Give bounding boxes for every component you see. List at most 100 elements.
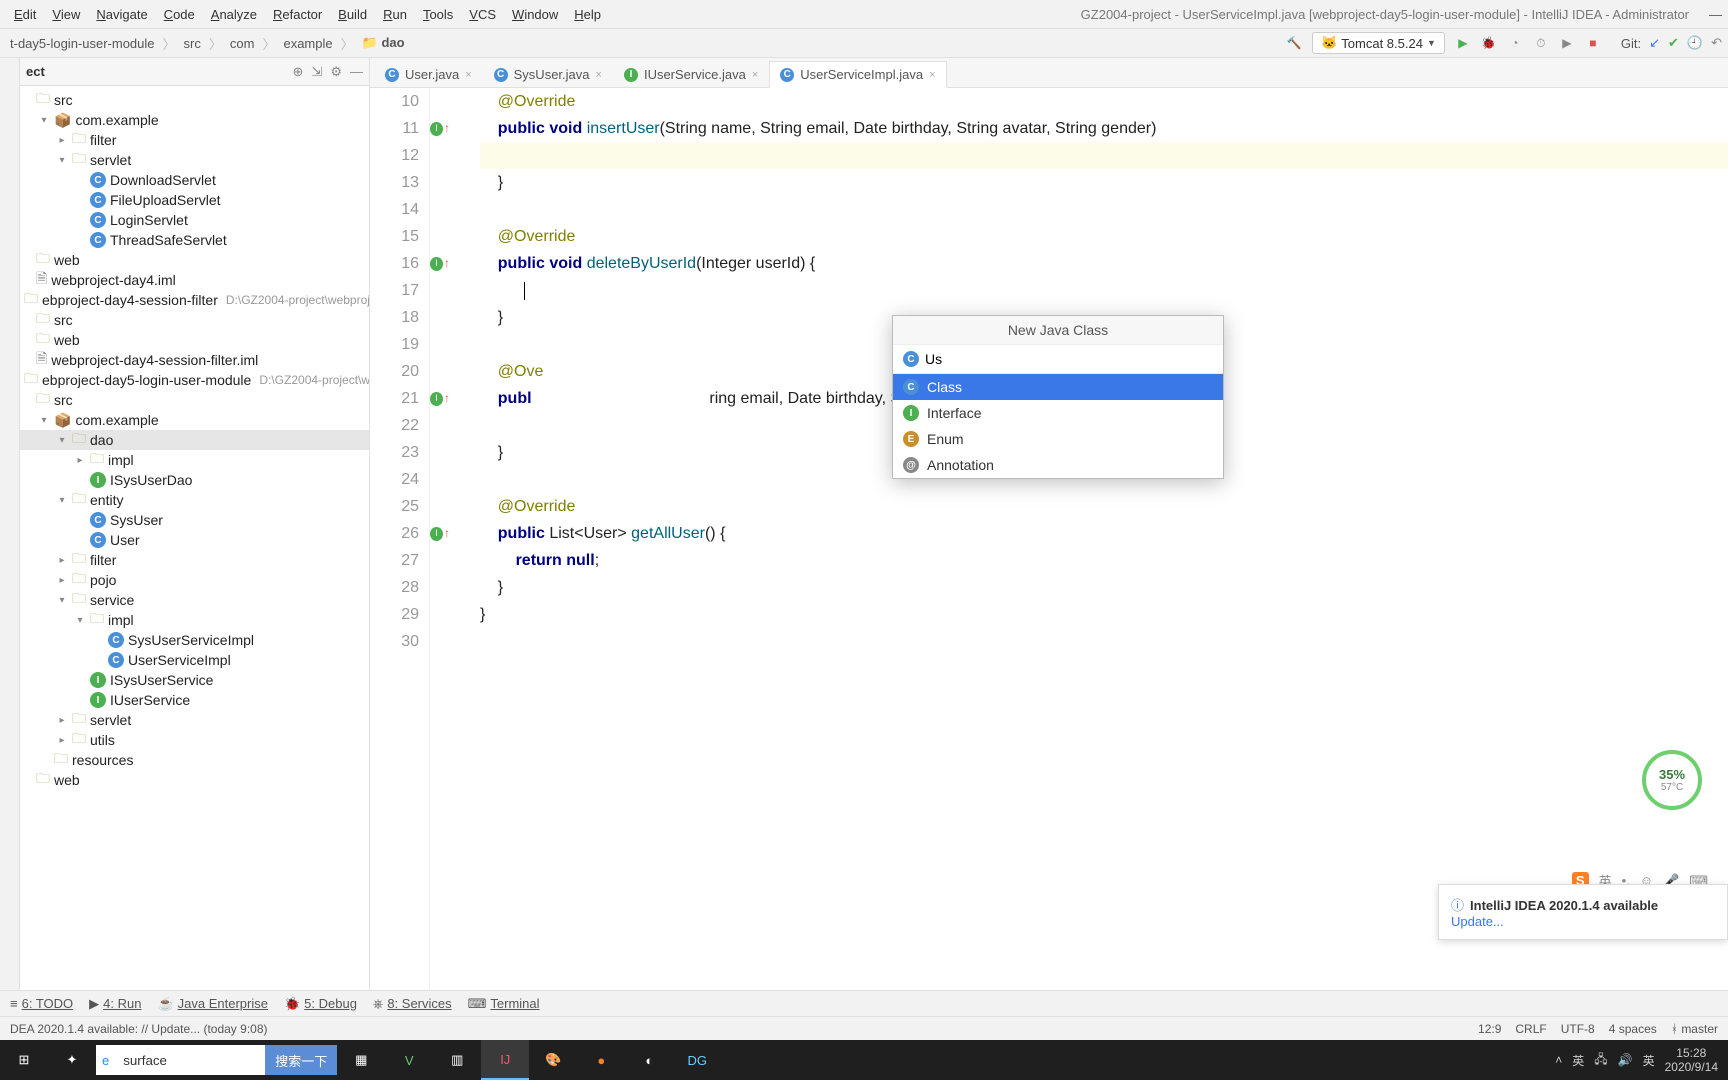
class-name-input[interactable] xyxy=(925,351,1213,367)
vcs-history-icon[interactable]: 🕘 xyxy=(1687,35,1703,51)
tree-node[interactable]: ▾📦com.example xyxy=(20,110,369,130)
line-separator[interactable]: CRLF xyxy=(1515,1022,1546,1036)
tree-node[interactable]: 🗎webproject-day4.iml xyxy=(20,270,369,290)
menu-tools[interactable]: Tools xyxy=(415,7,461,22)
minimize-icon[interactable]: — xyxy=(1709,7,1722,22)
editor-tab[interactable]: CSysUser.java× xyxy=(483,61,613,87)
crumb-3[interactable]: example xyxy=(279,36,336,51)
tree-node[interactable]: IISysUserService xyxy=(20,670,369,690)
close-icon[interactable]: × xyxy=(929,69,935,81)
performance-widget[interactable]: 35% 57°C xyxy=(1642,750,1702,810)
update-notification[interactable]: ⓘIntelliJ IDEA 2020.1.4 available Update… xyxy=(1438,884,1728,940)
task-app-2[interactable]: ▦ xyxy=(337,1040,385,1080)
tray-up-icon[interactable]: ˄ xyxy=(1555,1053,1562,1067)
tool-tab[interactable]: ⎈8: Services xyxy=(373,996,452,1012)
locate-icon[interactable]: ⊕ xyxy=(293,64,304,80)
close-icon[interactable]: × xyxy=(752,69,758,81)
tree-node[interactable]: ▾🗀entity xyxy=(20,490,369,510)
crumb-0[interactable]: t-day5-login-user-module xyxy=(6,36,159,51)
build-icon[interactable]: 🔨 xyxy=(1286,35,1302,51)
task-app-5[interactable]: 🎨 xyxy=(529,1040,577,1080)
tree-node[interactable]: 🗀ebproject-day5-login-user-moduleD:\GZ20… xyxy=(20,370,369,390)
tree-node[interactable]: 🗀web xyxy=(20,330,369,350)
menu-refactor[interactable]: Refactor xyxy=(265,7,330,22)
attach-icon[interactable]: ▶ xyxy=(1559,35,1575,51)
tree-node[interactable]: ▸🗀filter xyxy=(20,550,369,570)
menu-help[interactable]: Help xyxy=(566,7,609,22)
tree-node[interactable]: ▾🗀servlet xyxy=(20,150,369,170)
notification-link[interactable]: Update... xyxy=(1451,914,1715,929)
tree-node[interactable]: 🗀web xyxy=(20,770,369,790)
tree-node[interactable]: ▾📦com.example xyxy=(20,410,369,430)
menu-navigate[interactable]: Navigate xyxy=(88,7,155,22)
tree-node[interactable]: CThreadSafeServlet xyxy=(20,230,369,250)
tree-node[interactable]: CFileUploadServlet xyxy=(20,190,369,210)
start-button[interactable]: ⊞ xyxy=(0,1040,48,1080)
tree-node[interactable]: 🗀ebproject-day4-session-filterD:\GZ2004-… xyxy=(20,290,369,310)
tray-ime[interactable]: 英 xyxy=(1643,1052,1655,1069)
task-app-6[interactable]: ● xyxy=(577,1040,625,1080)
search-input[interactable] xyxy=(115,1045,265,1075)
breadcrumb[interactable]: t-day5-login-user-module〉src〉com〉example… xyxy=(6,34,409,53)
menu-code[interactable]: Code xyxy=(156,7,203,22)
hide-icon[interactable]: — xyxy=(350,64,363,80)
tree-node[interactable]: IISysUserDao xyxy=(20,470,369,490)
tray-clock[interactable]: 15:28 2020/9/14 xyxy=(1665,1046,1718,1074)
task-app-1[interactable]: ✦ xyxy=(48,1040,96,1080)
menu-window[interactable]: Window xyxy=(504,7,566,22)
project-tree[interactable]: 🗀src▾📦com.example▸🗀filter▾🗀servletCDownl… xyxy=(20,86,369,990)
tree-node[interactable]: 🗀resources xyxy=(20,750,369,770)
coverage-icon[interactable]: ◔ xyxy=(1507,35,1523,51)
tree-node[interactable]: ▸🗀filter xyxy=(20,130,369,150)
kind-option-annotation[interactable]: @Annotation xyxy=(893,452,1223,478)
run-icon[interactable]: ▶ xyxy=(1455,35,1471,51)
debug-icon[interactable]: 🐞 xyxy=(1481,35,1497,51)
tree-node[interactable]: 🗀src xyxy=(20,390,369,410)
file-encoding[interactable]: UTF-8 xyxy=(1561,1022,1595,1036)
tree-node[interactable]: ▸🗀utils xyxy=(20,730,369,750)
tray-vol-icon[interactable]: 🔊 xyxy=(1618,1053,1633,1067)
kind-list[interactable]: CClassIInterfaceEEnum@Annotation xyxy=(893,374,1223,478)
tray-lang[interactable]: 英 xyxy=(1572,1052,1584,1069)
tree-node[interactable]: ▸🗀impl xyxy=(20,450,369,470)
kind-option-interface[interactable]: IInterface xyxy=(893,400,1223,426)
run-config-selector[interactable]: 🐱 Tomcat 8.5.24 ▼ xyxy=(1312,32,1445,54)
stop-icon[interactable]: ■ xyxy=(1585,35,1601,51)
search-button[interactable]: 搜索一下 xyxy=(265,1045,337,1075)
tree-node[interactable]: CUserServiceImpl xyxy=(20,650,369,670)
tree-node[interactable]: CSysUserServiceImpl xyxy=(20,630,369,650)
vcs-commit-icon[interactable]: ✔ xyxy=(1668,35,1679,51)
task-chrome[interactable]: ◐ xyxy=(625,1040,673,1080)
editor-tab[interactable]: CUser.java× xyxy=(374,61,483,87)
menu-run[interactable]: Run xyxy=(375,7,415,22)
tree-node[interactable]: ▾🗀service xyxy=(20,590,369,610)
crumb-4[interactable]: 📁 dao xyxy=(358,35,409,51)
tool-tab[interactable]: ▶4: Run xyxy=(89,996,141,1012)
menu-build[interactable]: Build xyxy=(330,7,375,22)
tree-node[interactable]: ▸🗀servlet xyxy=(20,710,369,730)
tree-node[interactable]: 🗀src xyxy=(20,90,369,110)
caret-position[interactable]: 12:9 xyxy=(1478,1022,1501,1036)
profile-icon[interactable]: ⏱ xyxy=(1533,35,1549,51)
taskbar-search[interactable]: e 搜索一下 xyxy=(96,1045,337,1075)
editor-body[interactable]: 1011121314151617181920212223242526272829… xyxy=(370,88,1728,990)
tree-node[interactable]: 🗀src xyxy=(20,310,369,330)
gear-icon[interactable]: ⚙ xyxy=(330,64,342,80)
code-content[interactable]: @Override public void insertUser(String … xyxy=(450,88,1728,990)
menu-vcs[interactable]: VCS xyxy=(461,7,504,22)
menu-analyze[interactable]: Analyze xyxy=(203,7,265,22)
tree-node[interactable]: CUser xyxy=(20,530,369,550)
crumb-1[interactable]: src xyxy=(180,36,205,51)
close-icon[interactable]: × xyxy=(596,69,602,81)
expand-icon[interactable]: ⇲ xyxy=(311,64,322,80)
menu-view[interactable]: View xyxy=(44,7,88,22)
tray-net-icon[interactable]: 🖧 xyxy=(1594,1050,1607,1071)
vcs-revert-icon[interactable]: ↶ xyxy=(1711,35,1722,51)
tool-tab[interactable]: ☕Java Enterprise xyxy=(157,996,268,1012)
vcs-update-icon[interactable]: ↙ xyxy=(1649,35,1660,51)
task-app-3[interactable]: V xyxy=(385,1040,433,1080)
close-icon[interactable]: × xyxy=(465,69,471,81)
tool-tab[interactable]: 🐞5: Debug xyxy=(284,996,357,1012)
editor-tab[interactable]: CUserServiceImpl.java× xyxy=(769,61,946,88)
tree-node[interactable]: ▾🗀dao xyxy=(20,430,369,450)
